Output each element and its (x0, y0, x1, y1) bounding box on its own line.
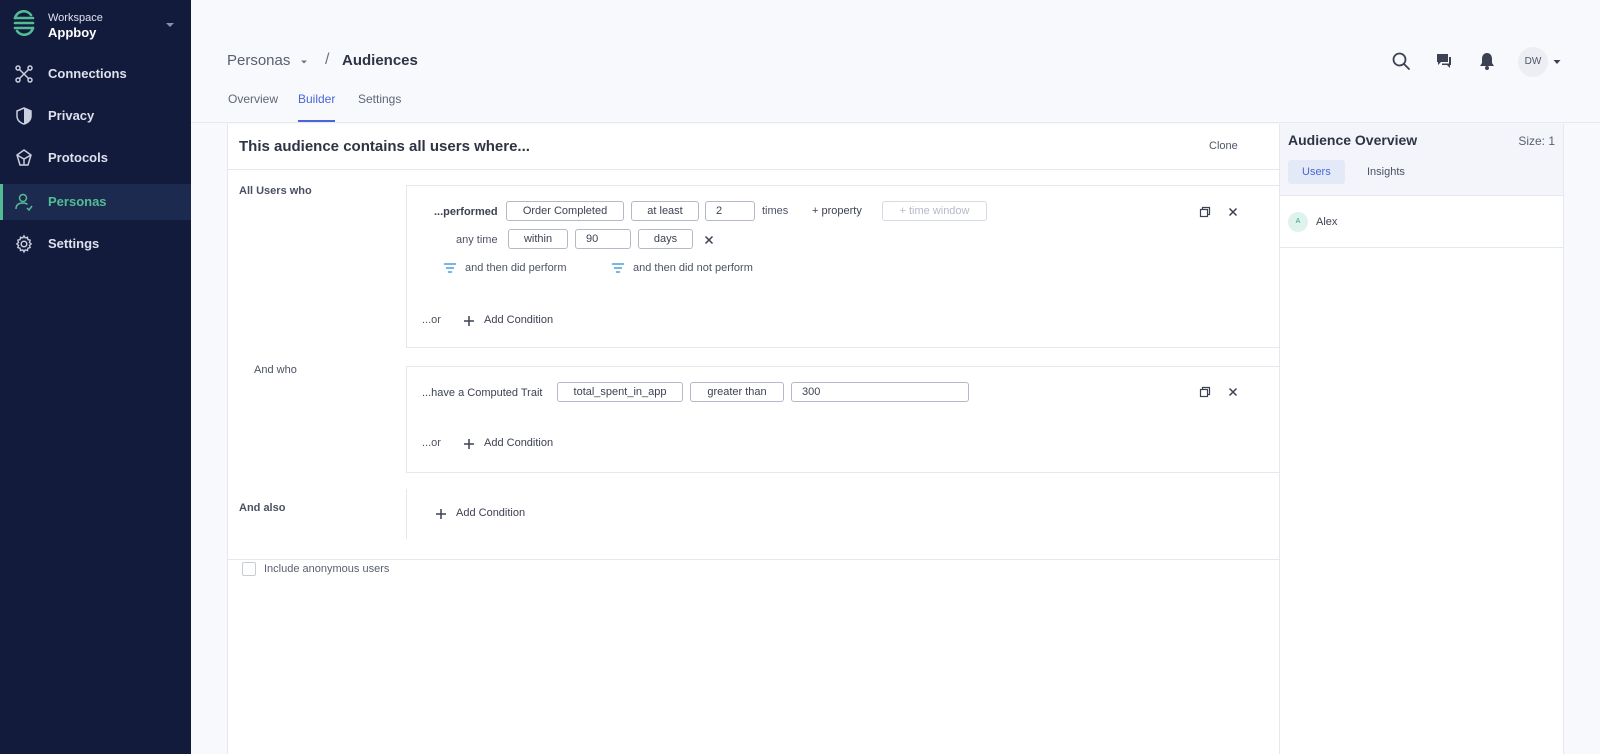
sidebar-item-personas[interactable]: Personas (0, 184, 191, 220)
add-property-link[interactable]: + property (812, 205, 862, 217)
add-condition-label: Add Condition (484, 314, 554, 326)
tab-overview[interactable]: Overview (228, 92, 278, 122)
sidebar-item-label: Connections (48, 66, 127, 81)
breadcrumb-separator: / (325, 51, 330, 68)
workspace-name: Appboy (48, 25, 97, 40)
trait-select[interactable]: total_spent_in_app (557, 382, 683, 402)
overview-header: Audience Overview Size: 1 Users Insights (1280, 124, 1563, 196)
performed-label: ...performed (434, 206, 498, 218)
plus-icon (464, 316, 474, 326)
audience-overview-panel: Audience Overview Size: 1 Users Insights… (1279, 124, 1564, 754)
tab-builder[interactable]: Builder (298, 92, 336, 122)
sidebar-item-label: Protocols (48, 150, 108, 165)
sidebar-item-privacy[interactable]: Privacy (0, 98, 191, 134)
sidebar: Workspace Appboy Connections Privacy Pro… (0, 0, 191, 754)
time-unit-select[interactable]: days (638, 229, 693, 249)
person-icon (15, 193, 33, 212)
builder-title: This audience contains all users where..… (239, 138, 530, 155)
add-condition-label: Add Condition (456, 507, 526, 519)
duplicate-icon[interactable] (1198, 205, 1212, 219)
shield-icon (16, 107, 32, 125)
connections-icon (15, 65, 33, 83)
close-icon[interactable] (1226, 385, 1240, 399)
search-icon[interactable] (1390, 50, 1412, 72)
segment-logo-icon (13, 10, 35, 36)
funnel-icon[interactable] (611, 261, 625, 275)
trait-value-input[interactable]: 300 (791, 382, 969, 402)
gear-icon (15, 234, 33, 254)
divider (228, 169, 1281, 170)
audience-size: Size: 1 (1518, 134, 1555, 148)
times-label: times (762, 205, 789, 217)
close-icon[interactable] (702, 233, 716, 247)
computed-trait-label: ...have a Computed Trait (422, 387, 543, 399)
condition-card-computed-trait: ...have a Computed Trait total_spent_in_… (406, 366, 1281, 473)
sidebar-item-label: Settings (48, 236, 100, 251)
then-did-perform-link[interactable]: and then did perform (465, 262, 567, 274)
page-title: Audiences (342, 52, 418, 69)
page-header: Personas / Audiences Overview Builder Se… (191, 0, 1600, 123)
add-condition-label: Add Condition (484, 437, 554, 449)
protocols-icon (16, 149, 32, 166)
condition-card-performed: ...performed Order Completed at least 2 … (406, 185, 1281, 348)
or-label: ...or (422, 314, 441, 326)
sidebar-item-label: Personas (48, 194, 107, 209)
bell-icon[interactable] (1476, 50, 1498, 72)
group-label-and-also: And also (239, 502, 286, 514)
tab-insights[interactable]: Insights (1353, 160, 1419, 184)
group-label-all-users: All Users who (239, 185, 312, 197)
sidebar-item-connections[interactable]: Connections (0, 56, 191, 92)
group-label-and-who: And who (254, 364, 297, 376)
breadcrumb-personas[interactable]: Personas (227, 52, 290, 69)
workspace-label: Workspace (48, 12, 103, 24)
caret-down-icon[interactable] (1552, 57, 1562, 67)
caret-down-icon (166, 23, 174, 27)
divider (228, 559, 1281, 560)
trait-operator-select[interactable]: greater than (690, 382, 784, 402)
chat-icon[interactable] (1433, 50, 1455, 72)
user-name: Alex (1316, 216, 1338, 228)
plus-icon (436, 509, 446, 519)
workspace-switcher[interactable]: Workspace Appboy (0, 0, 191, 52)
then-did-not-perform-link[interactable]: and then did not perform (633, 262, 753, 274)
funnel-icon[interactable] (443, 261, 457, 275)
include-anonymous-checkbox[interactable] (242, 562, 256, 576)
sidebar-item-settings[interactable]: Settings (0, 226, 191, 262)
close-icon[interactable] (1226, 205, 1240, 219)
avatar: A (1288, 212, 1308, 232)
user-avatar[interactable]: DW (1518, 47, 1548, 77)
divider (406, 489, 407, 539)
within-value-input[interactable]: 90 (575, 229, 631, 249)
time-window-button[interactable]: + time window (882, 201, 987, 221)
event-select[interactable]: Order Completed (506, 201, 624, 221)
tab-settings[interactable]: Settings (358, 92, 401, 122)
sidebar-item-label: Privacy (48, 108, 95, 123)
overview-title: Audience Overview (1288, 132, 1418, 148)
within-select[interactable]: within (508, 229, 568, 249)
duplicate-icon[interactable] (1198, 385, 1212, 399)
any-time-label: any time (456, 234, 498, 246)
frequency-operator-select[interactable]: at least (631, 201, 699, 221)
caret-down-icon[interactable] (299, 57, 309, 67)
clone-button[interactable]: Clone (1209, 140, 1238, 152)
audience-builder: This audience contains all users where..… (227, 124, 1281, 754)
include-anonymous-label: Include anonymous users (264, 563, 390, 575)
tab-users[interactable]: Users (1288, 160, 1345, 184)
list-item[interactable]: A Alex (1280, 196, 1563, 248)
sidebar-item-protocols[interactable]: Protocols (0, 140, 191, 176)
or-label: ...or (422, 437, 441, 449)
count-input[interactable]: 2 (705, 201, 755, 221)
plus-icon (464, 439, 474, 449)
